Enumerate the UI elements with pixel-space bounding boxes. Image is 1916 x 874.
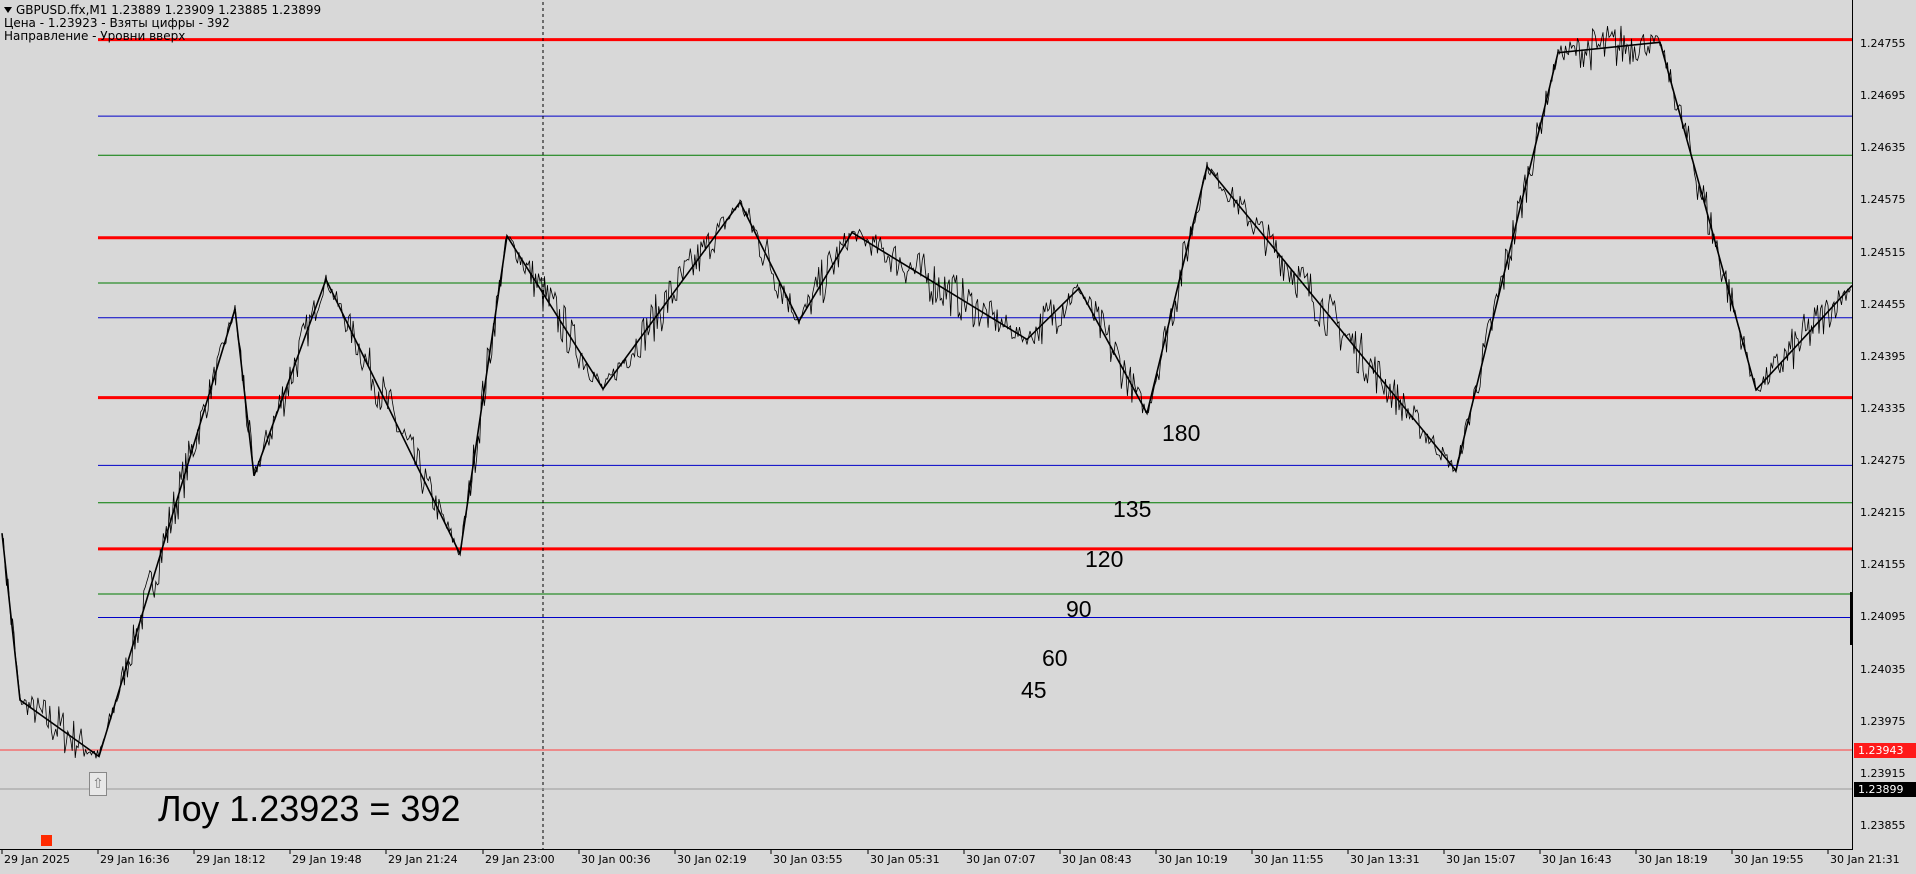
level-label-120: 120: [1085, 546, 1124, 572]
time-tick: 30 Jan 08:43: [1062, 853, 1132, 866]
time-tick: 29 Jan 2025: [4, 853, 70, 866]
time-tick: 30 Jan 10:19: [1158, 853, 1228, 866]
time-tick: 30 Jan 13:31: [1350, 853, 1420, 866]
level-lines: [98, 38, 1852, 618]
time-tick: 30 Jan 05:31: [870, 853, 940, 866]
price-tick: 1.24155: [1860, 558, 1906, 572]
time-tick: 29 Jan 18:12: [196, 853, 266, 866]
time-tick: 29 Jan 21:24: [388, 853, 458, 866]
price-chart[interactable]: [0, 0, 1916, 874]
price-tick: 1.24575: [1860, 193, 1906, 207]
level-label-60: 60: [1042, 645, 1068, 671]
price-line[interactable]: [1, 25, 1851, 759]
time-tick: 30 Jan 21:31: [1830, 853, 1900, 866]
price-tick: 1.24335: [1860, 401, 1906, 415]
level-label-180: 180: [1162, 420, 1201, 446]
time-tick: 30 Jan 15:07: [1446, 853, 1516, 866]
price-tick: 1.24635: [1860, 141, 1906, 155]
info-line-direction: Направление - Уровни вверх: [4, 29, 186, 43]
low-price-label: Лоу 1.23923 = 392: [158, 788, 461, 829]
price-tick: 1.24035: [1860, 662, 1906, 676]
time-tick: 29 Jan 19:48: [292, 853, 362, 866]
time-tick: 29 Jan 16:36: [100, 853, 170, 866]
price-tick: 1.24515: [1860, 245, 1906, 259]
level-label-135: 135: [1113, 496, 1152, 522]
red-square-icon[interactable]: [41, 835, 52, 846]
price-tick: 1.24755: [1860, 37, 1906, 50]
chart-window[interactable]: GBPUSD.ffx,M1 1.23889 1.23909 1.23885 1.…: [0, 0, 1916, 874]
time-tick: 30 Jan 11:55: [1254, 853, 1324, 866]
price-tick: 1.24455: [1860, 297, 1906, 311]
price-tick: 1.24095: [1860, 610, 1906, 624]
time-tick: 30 Jan 16:43: [1542, 853, 1612, 866]
price-tick: 1.23915: [1860, 766, 1906, 780]
level-label-90: 90: [1066, 596, 1092, 622]
price-tick: 1.24275: [1860, 454, 1906, 468]
time-tick: 30 Jan 19:55: [1734, 853, 1804, 866]
time-tick: 30 Jan 07:07: [966, 853, 1036, 866]
zigzag-series: [1, 41, 1853, 758]
price-tick: 1.23975: [1860, 714, 1906, 728]
price-tick: 1.24395: [1860, 349, 1906, 363]
time-tick: 29 Jan 23:00: [485, 853, 555, 866]
dropdown-icon[interactable]: [4, 7, 12, 13]
ask-price-tag: 1.23943: [1854, 743, 1916, 758]
bid-price-tag: 1.23899: [1854, 782, 1916, 797]
time-tick: 30 Jan 00:36: [581, 853, 651, 866]
level-label-45: 45: [1021, 677, 1047, 703]
chart-info: GBPUSD.ffx,M1 1.23889 1.23909 1.23885 1.…: [4, 4, 321, 43]
time-tick: 30 Jan 02:19: [677, 853, 747, 866]
time-tick: 30 Jan 18:19: [1638, 853, 1708, 866]
price-tick: 1.24215: [1860, 506, 1906, 520]
price-tick: 1.24695: [1860, 89, 1906, 103]
zigzag-line[interactable]: [1, 41, 1853, 758]
up-arrow-icon[interactable]: ⇧: [89, 772, 107, 796]
price-series: [1, 25, 1851, 759]
price-tick: 1.23855: [1860, 819, 1906, 832]
time-tick: 30 Jan 03:55: [773, 853, 843, 866]
